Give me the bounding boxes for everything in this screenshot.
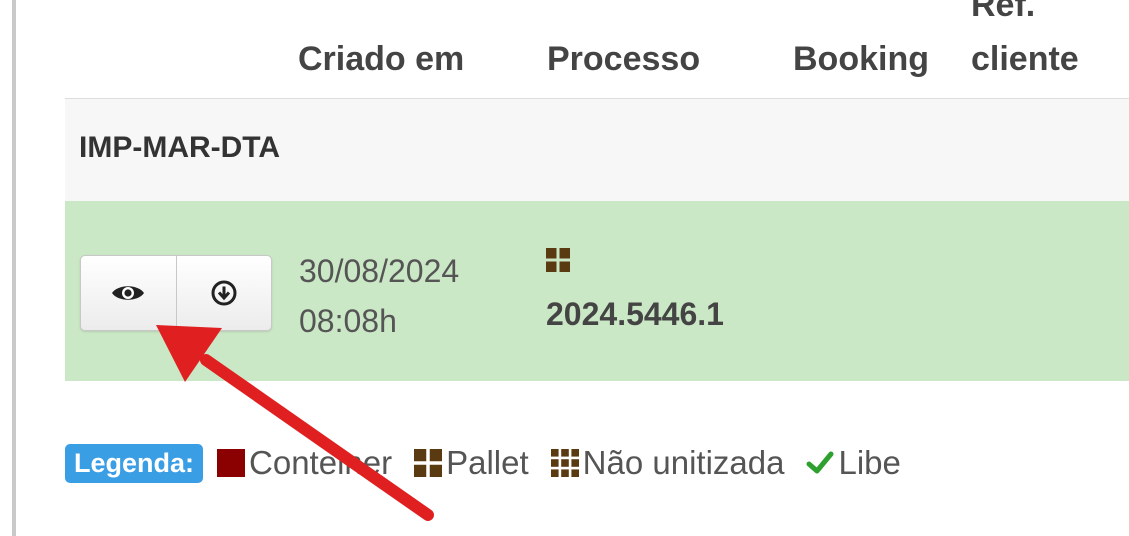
download-circle-icon — [211, 280, 237, 306]
group-label: IMP-MAR-DTA — [79, 131, 281, 164]
table-row[interactable]: 30/08/2024 08:08h 2024.5446.1 — [65, 201, 1129, 381]
check-icon — [806, 451, 834, 474]
legend-item-nao-unitizada: Não unitizada — [550, 444, 785, 482]
created-datetime: 30/08/2024 08:08h — [299, 246, 459, 346]
grid-icon — [550, 449, 579, 477]
download-button[interactable] — [175, 256, 272, 330]
view-button[interactable] — [81, 256, 176, 330]
legend-label-pallet: Pallet — [446, 444, 529, 481]
process-number[interactable]: 2024.5446.1 — [546, 296, 724, 333]
legend-label-liberado: Libe — [838, 444, 901, 481]
group-row: IMP-MAR-DTA — [65, 99, 1129, 201]
header-ref-cliente-top: Ref. — [971, 0, 1036, 24]
left-panel-border — [12, 0, 16, 536]
created-date: 30/08/2024 — [299, 253, 460, 289]
container-icon — [217, 449, 246, 477]
created-time: 08:08h — [299, 303, 397, 339]
pallet-icon — [414, 449, 443, 477]
header-criado-em[interactable]: Criado em — [298, 40, 464, 79]
legend-item-liberado: Libe — [806, 444, 901, 482]
row-actions — [80, 255, 272, 331]
header-booking[interactable]: Booking — [793, 40, 929, 79]
pallet-icon — [546, 248, 570, 272]
legend-label-conteiner: Conteiner — [249, 444, 393, 481]
legend-badge: Legenda: — [65, 443, 204, 483]
header-processo[interactable]: Processo — [547, 40, 700, 79]
eye-icon — [112, 286, 145, 300]
legend-item-conteiner: Conteiner — [217, 444, 392, 482]
header-ref-cliente[interactable]: cliente — [971, 40, 1079, 79]
legend: Legenda: Conteiner Pallet Não unitizada — [65, 440, 923, 486]
table-header: Ref. Criado em Processo Booking cliente — [65, 0, 1129, 99]
legend-item-pallet: Pallet — [414, 444, 529, 482]
legend-label-nao-unitizada: Não unitizada — [582, 444, 785, 481]
